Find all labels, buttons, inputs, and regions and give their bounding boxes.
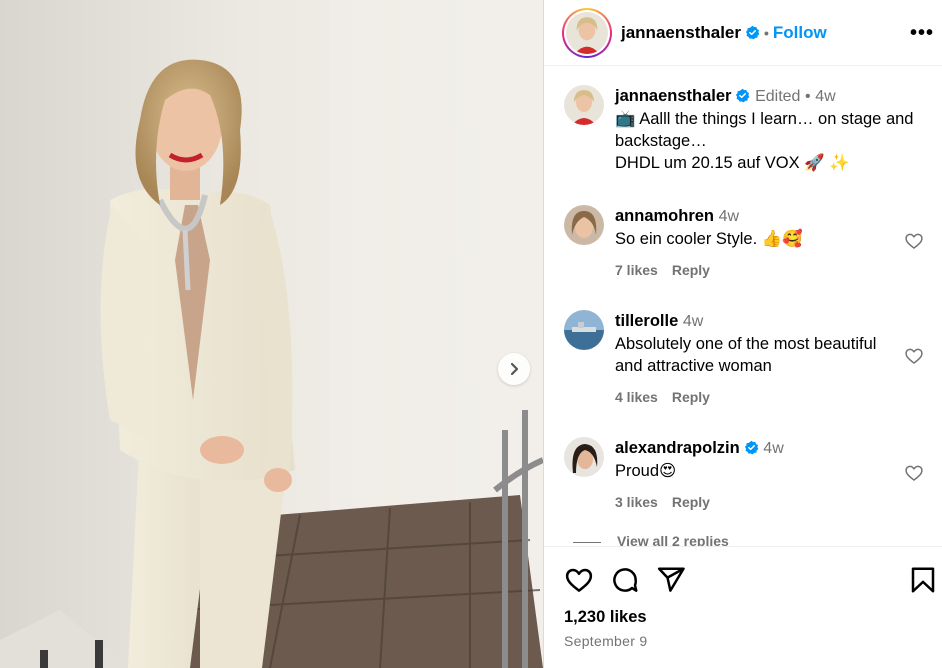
heart-icon[interactable]	[564, 565, 594, 595]
next-photo-button[interactable]	[498, 353, 530, 385]
comment-text: Proud😍	[615, 462, 677, 480]
avatar[interactable]	[564, 437, 604, 477]
avatar-image	[566, 12, 608, 54]
caption-time[interactable]: 4w	[815, 88, 835, 105]
comment-icon[interactable]	[610, 565, 640, 595]
avatar[interactable]	[564, 85, 604, 125]
separator-dot: •	[805, 88, 811, 105]
heart-icon[interactable]	[904, 346, 924, 366]
author-line: jannaensthaler • Follow	[621, 23, 827, 43]
post-date[interactable]: September 9	[564, 633, 647, 649]
caption-text-line1: 📺 Aalll the things I learn… on stage and…	[615, 110, 914, 150]
author-username[interactable]: jannaensthaler	[621, 23, 741, 42]
reply-button[interactable]: Reply	[672, 494, 710, 510]
post-header: jannaensthaler • Follow •••	[544, 0, 942, 66]
reply-button[interactable]: Reply	[672, 389, 710, 405]
verified-icon	[736, 88, 750, 103]
heart-icon[interactable]	[904, 463, 924, 483]
photo-illustration	[0, 0, 543, 668]
verified-icon	[744, 440, 759, 455]
more-icon[interactable]: •••	[910, 22, 934, 45]
share-icon[interactable]	[656, 565, 686, 595]
verified-icon	[745, 25, 760, 40]
post-side-panel: jannaensthaler • Follow ••• jannaensthaler…	[543, 0, 942, 668]
comment-text: So ein cooler Style. 👍🥰	[615, 230, 803, 248]
comment-likes[interactable]: 3 likes	[615, 494, 658, 510]
view-replies-label: View all 2 replies	[617, 533, 729, 546]
separator-dot: •	[764, 25, 769, 41]
author-avatar[interactable]	[562, 8, 612, 58]
edited-label: Edited	[755, 88, 801, 105]
post-photo[interactable]	[0, 0, 543, 668]
comment-time[interactable]: 4w	[719, 208, 739, 225]
caption-username[interactable]: jannaensthaler	[615, 87, 731, 105]
caption-text-line2: DHDL um 20.15 auf VOX 🚀 ✨	[615, 154, 850, 172]
comment-username[interactable]: alexandrapolzin	[615, 439, 740, 457]
comment-likes[interactable]: 7 likes	[615, 262, 658, 278]
view-replies-button[interactable]: View all 2 replies	[573, 533, 729, 546]
comment-username[interactable]: annamohren	[615, 207, 714, 225]
comment-likes[interactable]: 4 likes	[615, 389, 658, 405]
comment-text: Absolutely one of the most beautiful and…	[615, 335, 877, 375]
heart-icon[interactable]	[904, 231, 924, 251]
reply-button[interactable]: Reply	[672, 262, 710, 278]
comment-username[interactable]: tillerolle	[615, 312, 678, 330]
comments-list[interactable]: jannaensthaler Edited • 4w 📺 Aalll the t…	[544, 67, 942, 546]
comment-time[interactable]: 4w	[683, 313, 703, 330]
post-actions: 1,230 likes September 9	[544, 546, 942, 668]
comment-time[interactable]: 4w	[763, 440, 783, 457]
replies-divider	[573, 541, 601, 543]
chevron-right-icon	[510, 362, 519, 376]
avatar[interactable]	[564, 310, 604, 350]
follow-button[interactable]: Follow	[773, 23, 827, 42]
likes-count[interactable]: 1,230 likes	[564, 608, 647, 627]
avatar[interactable]	[564, 205, 604, 245]
bookmark-icon[interactable]	[908, 565, 938, 595]
